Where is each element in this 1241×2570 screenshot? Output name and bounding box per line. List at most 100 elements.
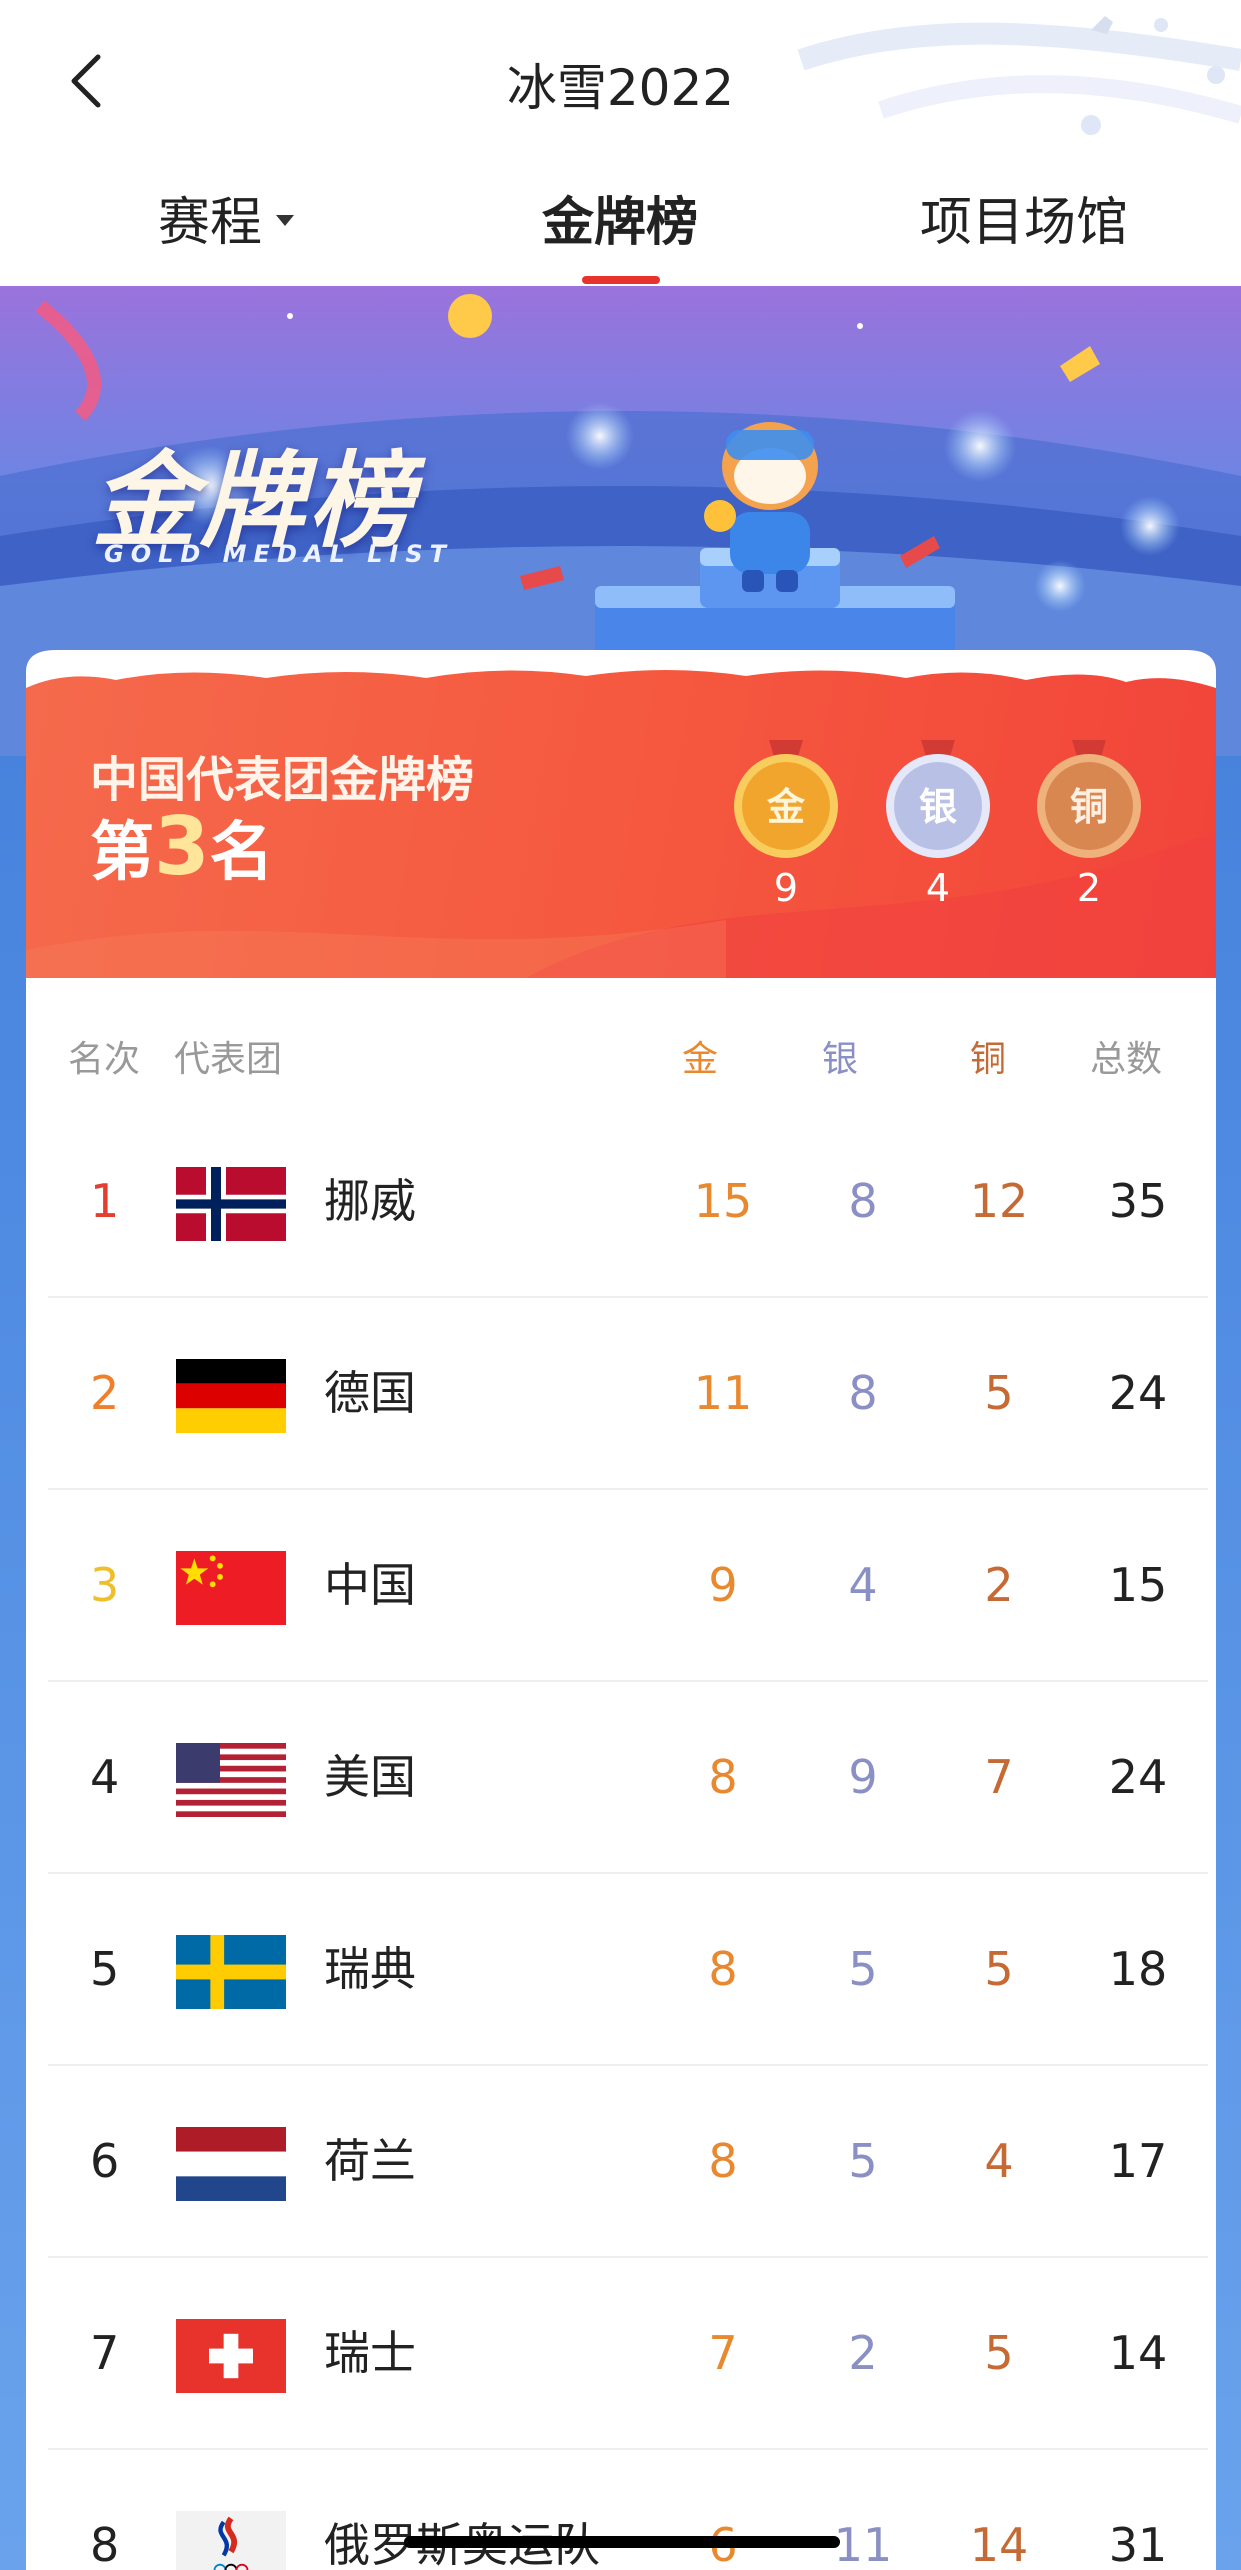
row-bronze: 5 — [984, 2326, 1014, 2380]
row-rank: 5 — [90, 1942, 120, 1996]
bronze-medal-count: 2 — [1076, 866, 1102, 910]
tab-schedule-label: 赛程 — [158, 193, 263, 253]
page-title: 冰雪2022 — [506, 59, 735, 117]
gold-medal: 金 9 — [731, 740, 841, 910]
bronze-medal-icon: 铜 — [1037, 740, 1141, 858]
medal-table: 名次 代表团 金 银 铜 总数 1 挪威 15 8 12 35 2 德国 11 … — [26, 978, 1216, 2570]
summary-rank: 第3名 — [90, 800, 274, 893]
table-row[interactable]: 5 瑞典 8 5 5 18 — [48, 1874, 1208, 2066]
header-silver: 银 — [822, 1039, 859, 1080]
row-silver: 5 — [848, 1942, 878, 1996]
row-gold: 11 — [693, 1366, 753, 1420]
row-bronze: 4 — [984, 2134, 1014, 2188]
roc-flag-icon — [176, 2511, 286, 2570]
app-header: 冰雪2022 赛程 金牌榜 项目场馆 — [0, 0, 1241, 286]
tab-medal-table[interactable]: 金牌榜 — [520, 180, 720, 255]
sweden-flag-icon — [176, 1935, 286, 2009]
active-tab-indicator — [582, 276, 660, 284]
row-rank: 6 — [90, 2134, 120, 2188]
table-row[interactable]: 4 美国 8 9 7 24 — [48, 1682, 1208, 1874]
tab-venues[interactable]: 项目场馆 — [920, 180, 1128, 255]
tab-bar: 赛程 金牌榜 项目场馆 — [0, 180, 1241, 260]
switzerland-flag-icon — [176, 2319, 286, 2393]
row-rank: 7 — [90, 2326, 120, 2380]
gold-medal-count: 9 — [773, 866, 799, 910]
row-gold: 8 — [708, 1750, 738, 1804]
row-gold: 7 — [708, 2326, 738, 2380]
row-silver: 2 — [848, 2326, 878, 2380]
row-team-name: 中国 — [324, 1558, 416, 1612]
header-gold: 金 — [682, 1039, 719, 1080]
rank-prefix: 第 — [90, 816, 154, 890]
snow-cap-decoration — [26, 650, 1216, 688]
row-silver: 11 — [833, 2518, 893, 2570]
china-summary-card: 中国代表团金牌榜 第3名 金 9 银 4 铜 2 — [26, 650, 1216, 978]
row-rank: 2 — [90, 1366, 120, 1420]
row-team-name: 瑞典 — [324, 1942, 416, 1996]
row-silver: 4 — [848, 1558, 878, 1612]
row-team-name: 德国 — [324, 1366, 416, 1420]
tab-schedule[interactable]: 赛程 — [158, 180, 295, 255]
silver-medal: 银 4 — [883, 740, 993, 910]
row-bronze: 14 — [969, 2518, 1029, 2570]
svg-text:铜: 铜 — [1070, 785, 1108, 829]
row-rank: 4 — [90, 1750, 120, 1804]
row-total: 31 — [1108, 2518, 1168, 2570]
header-total: 总数 — [1090, 1039, 1163, 1080]
row-team-name: 瑞士 — [324, 2326, 416, 2380]
bronze-medal: 铜 2 — [1034, 740, 1144, 910]
row-rank: 8 — [90, 2518, 120, 2570]
row-silver: 9 — [848, 1750, 878, 1804]
rank-suffix: 名 — [209, 816, 274, 890]
row-team-name: 美国 — [324, 1750, 416, 1804]
row-bronze: 5 — [984, 1366, 1014, 1420]
table-row[interactable]: 7 瑞士 7 2 5 14 — [48, 2258, 1208, 2450]
row-silver: 8 — [848, 1366, 878, 1420]
table-header: 名次 代表团 金 银 铜 总数 — [26, 1030, 1216, 1080]
header-rank: 名次 — [68, 1039, 141, 1080]
row-total: 14 — [1108, 2326, 1168, 2380]
caret-down-icon — [276, 214, 295, 226]
row-total: 17 — [1108, 2134, 1168, 2188]
row-total: 24 — [1108, 1366, 1168, 1420]
table-row[interactable]: 1 挪威 15 8 12 35 — [48, 1106, 1208, 1298]
row-total: 35 — [1108, 1174, 1168, 1228]
header-bronze: 铜 — [970, 1039, 1007, 1080]
silver-medal-icon: 银 — [886, 740, 990, 858]
row-silver: 5 — [848, 2134, 878, 2188]
row-bronze: 12 — [969, 1174, 1029, 1228]
row-team-name: 荷兰 — [324, 2134, 416, 2188]
row-bronze: 7 — [984, 1750, 1014, 1804]
row-silver: 8 — [848, 1174, 878, 1228]
table-row[interactable]: 6 荷兰 8 5 4 17 — [48, 2066, 1208, 2258]
row-team-name: 挪威 — [324, 1174, 416, 1228]
row-total: 18 — [1108, 1942, 1168, 1996]
row-gold: 8 — [708, 1942, 738, 1996]
usa-flag-icon — [176, 1743, 286, 1817]
row-rank: 3 — [90, 1558, 120, 1612]
svg-text:金: 金 — [766, 785, 806, 829]
china-flag-icon — [176, 1551, 286, 1625]
row-rank: 1 — [90, 1174, 120, 1228]
row-total: 15 — [1108, 1558, 1168, 1612]
header-team: 代表团 — [174, 1039, 283, 1080]
row-bronze: 2 — [984, 1558, 1014, 1612]
norway-flag-icon — [176, 1167, 286, 1241]
row-gold: 15 — [693, 1174, 753, 1228]
row-bronze: 5 — [984, 1942, 1014, 1996]
row-gold: 8 — [708, 2134, 738, 2188]
table-row[interactable]: 3 中国 9 4 2 15 — [48, 1490, 1208, 1682]
rank-number: 3 — [154, 800, 210, 893]
row-team-name: 俄罗斯奥运队 — [324, 2450, 600, 2570]
netherlands-flag-icon — [176, 2127, 286, 2201]
row-gold: 9 — [708, 1558, 738, 1612]
banner-subtitle: GOLD MEDAL LIST — [104, 540, 453, 568]
table-row[interactable]: 2 德国 11 8 5 24 — [48, 1298, 1208, 1490]
germany-flag-icon — [176, 1359, 286, 1433]
table-row[interactable]: 8 俄罗斯奥运队 6 11 14 31 — [48, 2450, 1208, 2570]
svg-text:银: 银 — [919, 785, 957, 829]
row-total: 24 — [1108, 1750, 1168, 1804]
gold-medal-icon: 金 — [734, 740, 838, 858]
home-indicator — [404, 2536, 840, 2548]
silver-medal-count: 4 — [925, 866, 951, 910]
